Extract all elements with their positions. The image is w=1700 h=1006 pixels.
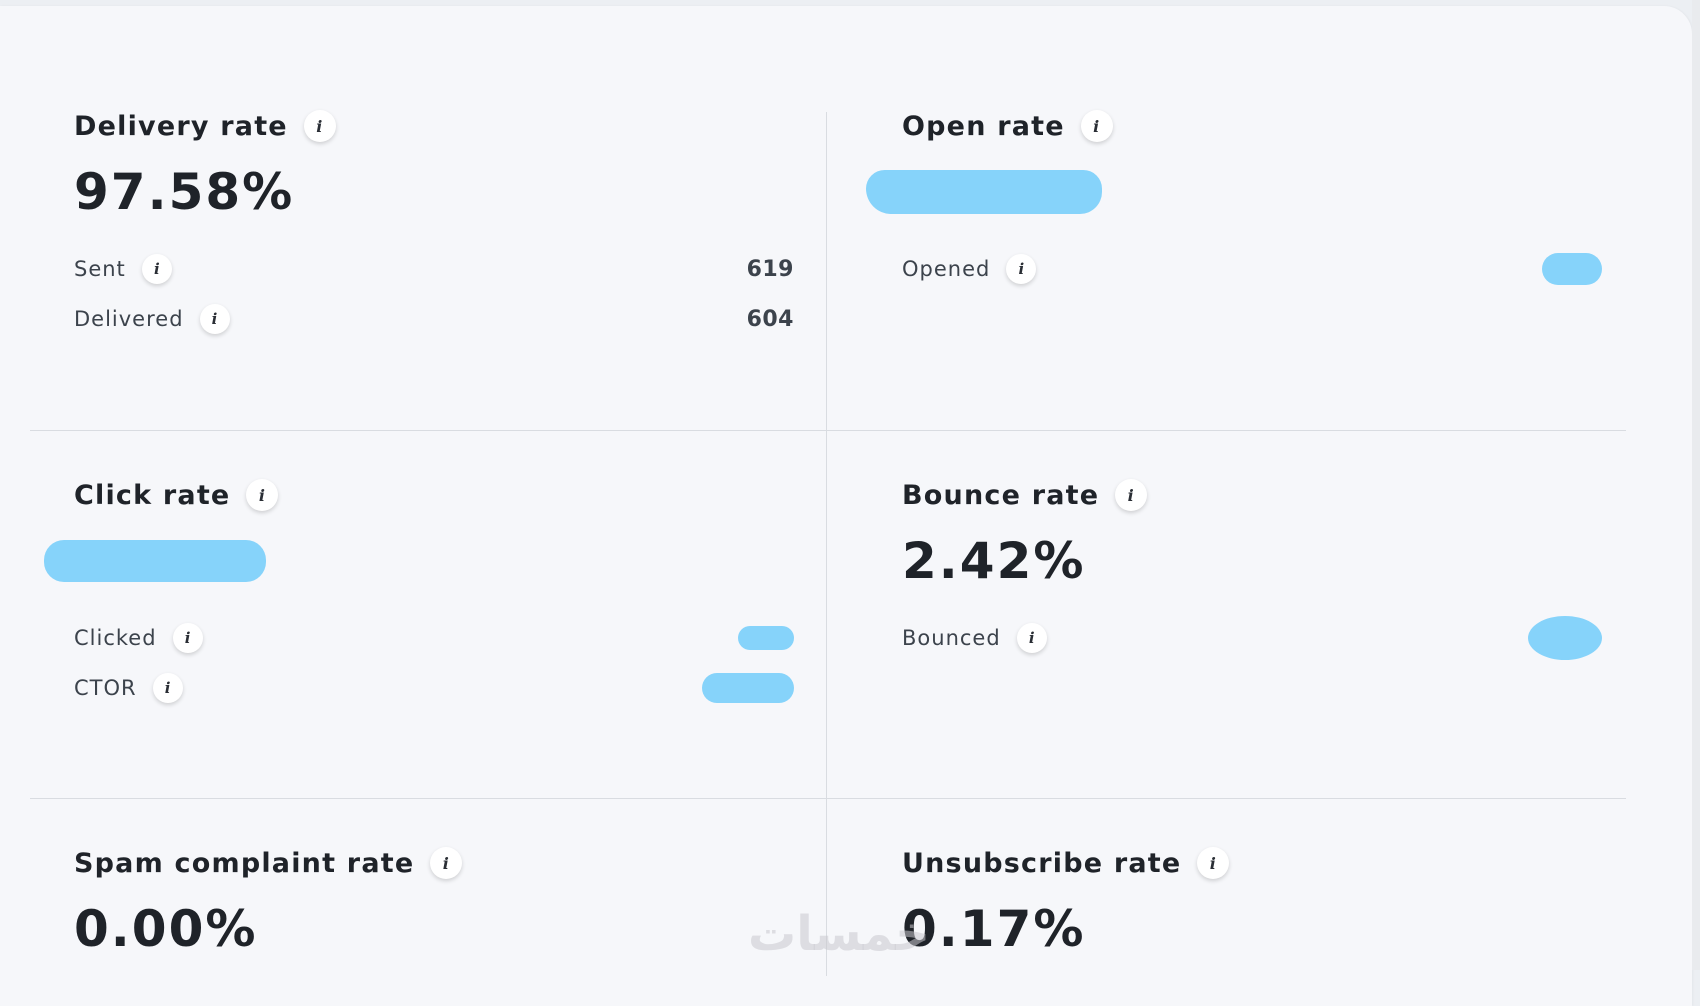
bounce-rate-card: Bounce rate i 2.42% Bounced i (902, 475, 1602, 663)
delivered-row: Delivered i 604 (74, 294, 794, 344)
clicked-label: Clicked (74, 626, 157, 650)
window-edge (1692, 0, 1700, 970)
spam-complaint-rate-title: Spam complaint rate (74, 847, 415, 879)
ctor-row: CTOR i (74, 663, 794, 713)
info-icon[interactable]: i (1016, 623, 1047, 653)
bounced-value-redacted (1528, 616, 1602, 660)
info-icon[interactable]: i (141, 254, 172, 284)
watermark-logo: خمسات (748, 906, 930, 962)
opened-value-redacted (1542, 253, 1602, 285)
info-icon[interactable]: i (430, 847, 463, 879)
delivered-value: 604 (746, 306, 794, 332)
bounced-row: Bounced i (902, 613, 1602, 663)
stats-panel: Delivery rate i 97.58% Sent i 619 Delive… (0, 6, 1692, 1006)
info-icon[interactable]: i (172, 623, 203, 653)
sent-label: Sent (74, 257, 126, 281)
delivery-rate-title: Delivery rate (74, 110, 288, 142)
ctor-value-redacted (702, 673, 794, 703)
click-rate-title: Click rate (74, 479, 231, 511)
opened-row: Opened i (902, 244, 1602, 294)
click-rate-card: Click rate i Clicked i CTOR i (44, 475, 794, 713)
info-icon[interactable]: i (1080, 110, 1113, 142)
bounced-label: Bounced (902, 626, 1001, 650)
info-icon[interactable]: i (1006, 254, 1037, 284)
opened-label: Opened (902, 257, 991, 281)
info-icon[interactable]: i (199, 304, 230, 334)
open-rate-details: Opened i (902, 244, 1602, 294)
delivery-rate-details: Sent i 619 Delivered i 604 (74, 244, 794, 344)
info-icon[interactable]: i (246, 479, 279, 511)
ctor-label: CTOR (74, 676, 137, 700)
clicked-value-redacted (738, 626, 794, 650)
unsubscribe-rate-title: Unsubscribe rate (902, 847, 1182, 879)
clicked-row: Clicked i (74, 613, 794, 663)
unsubscribe-rate-value: 0.17% (902, 900, 1086, 958)
row-divider-1 (30, 430, 1626, 431)
sent-row: Sent i 619 (74, 244, 794, 294)
delivery-rate-card: Delivery rate i 97.58% Sent i 619 Delive… (74, 106, 794, 344)
bounce-rate-title: Bounce rate (902, 479, 1100, 511)
sent-value: 619 (746, 256, 794, 282)
open-rate-card: Open rate i Opened i (866, 106, 1602, 294)
open-rate-title: Open rate (902, 110, 1065, 142)
info-icon[interactable]: i (303, 110, 336, 142)
open-rate-value-redacted (866, 160, 1602, 224)
row-divider-2 (30, 798, 1626, 799)
info-icon[interactable]: i (1197, 847, 1230, 879)
bounce-rate-value: 2.42% (902, 532, 1086, 590)
info-icon[interactable]: i (1115, 479, 1148, 511)
spam-complaint-rate-card: Spam complaint rate i 0.00% (74, 843, 794, 961)
spam-complaint-rate-value: 0.00% (74, 900, 258, 958)
info-icon[interactable]: i (152, 673, 183, 703)
delivered-label: Delivered (74, 307, 184, 331)
click-rate-details: Clicked i CTOR i (74, 613, 794, 713)
column-divider (826, 112, 827, 976)
click-rate-value-redacted (44, 529, 794, 593)
bounce-rate-details: Bounced i (902, 613, 1602, 663)
unsubscribe-rate-card: Unsubscribe rate i 0.17% (902, 843, 1602, 961)
delivery-rate-value: 97.58% (74, 163, 295, 221)
